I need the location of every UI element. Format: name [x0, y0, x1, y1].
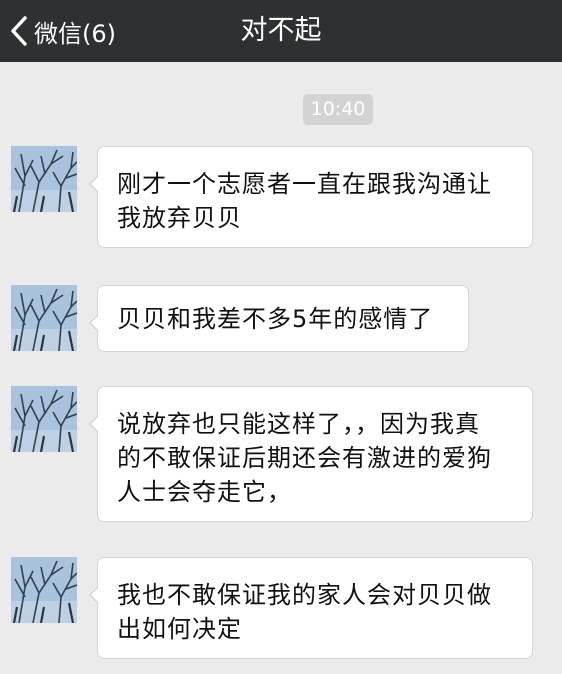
nav-bar: 微信(6) 对不起 — [0, 0, 562, 62]
avatar[interactable] — [11, 386, 77, 452]
message-text-line: 说放弃也只能这样了，，因为我真 — [117, 410, 480, 438]
message-text-line: 的不敢保证后期还会有激进的爱狗 — [117, 444, 492, 472]
message-text-line: 刚才一个志愿者一直在跟我沟通让 — [117, 170, 492, 198]
message-text-line: 我放弃贝贝 — [117, 204, 242, 232]
avatar[interactable] — [11, 557, 77, 623]
timestamp-badge: 10:40 — [303, 94, 373, 125]
message-bubble[interactable]: 说放弃也只能这样了，，因为我真 的不敢保证后期还会有激进的爱狗 人士会夺走它， — [89, 386, 533, 522]
avatar[interactable] — [11, 146, 77, 212]
message-text-line: 贝贝和我差不多5年的感情了 — [117, 305, 434, 333]
message-bubble[interactable]: 贝贝和我差不多5年的感情了 — [89, 285, 469, 352]
message-bubble[interactable]: 我也不敢保证我的家人会对贝贝做 出如何决定 — [89, 557, 533, 659]
message-text-line: 我也不敢保证我的家人会对贝贝做 — [117, 581, 492, 609]
message-bubble[interactable]: 刚才一个志愿者一直在跟我沟通让 我放弃贝贝 — [89, 146, 533, 248]
avatar[interactable] — [11, 285, 77, 351]
message-text-line: 人士会夺走它， — [117, 478, 292, 506]
chat-title: 对不起 — [240, 15, 322, 46]
message-text-line: 出如何决定 — [117, 615, 242, 643]
